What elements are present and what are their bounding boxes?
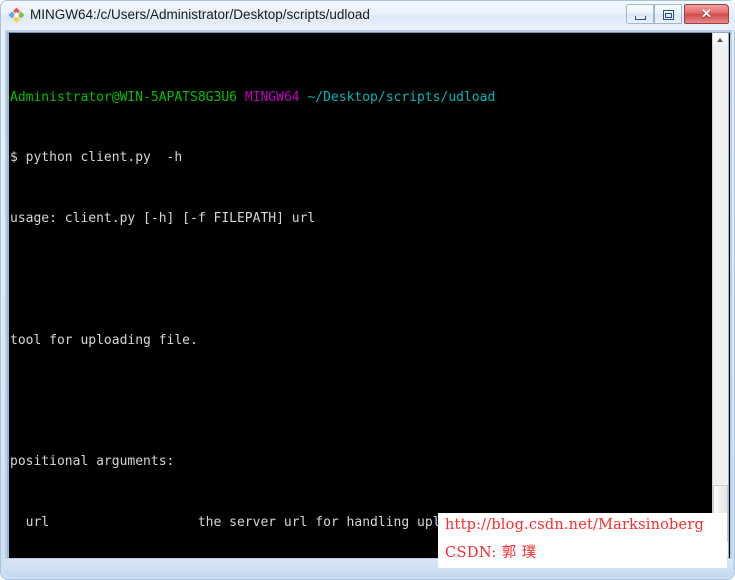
terminal-line-description: tool for uploading file. <box>10 332 198 348</box>
terminal-screen[interactable]: Administrator@WIN-5APATS8G3U6 MINGW64 ~/… <box>9 34 712 556</box>
terminal-line-command: $ python client.py -h <box>10 150 511 165</box>
maximize-button[interactable] <box>654 4 682 24</box>
watermark-overlay: http://blog.csdn.net/Marksinoberg CSDN: … <box>438 513 727 568</box>
window-title: MINGW64:/c/Users/Administrator/Desktop/s… <box>30 7 370 22</box>
vertical-scrollbar[interactable] <box>712 32 729 558</box>
scroll-up-arrow-icon <box>717 38 723 42</box>
command-text: python client.py -h <box>25 150 183 166</box>
close-icon: ✕ <box>701 6 712 21</box>
watermark-url: http://blog.csdn.net/Marksinoberg <box>445 517 704 533</box>
terminal-line-positional-url: url the server url for handling upload w… <box>10 515 511 531</box>
prompt-symbol: $ <box>10 150 18 166</box>
window-titlebar[interactable]: MINGW64:/c/Users/Administrator/Desktop/s… <box>1 1 735 30</box>
close-button[interactable]: ✕ <box>684 4 729 24</box>
maximize-icon-inner <box>665 13 672 18</box>
terminal-window: MINGW64:/c/Users/Administrator/Desktop/s… <box>0 0 735 580</box>
minimize-button[interactable] <box>626 4 654 24</box>
prompt-path: ~/Desktop/scripts/udload <box>307 89 496 105</box>
terminal-line-prompt-1: Administrator@WIN-5APATS8G3U6 MINGW64 ~/… <box>10 90 511 105</box>
minimize-icon <box>635 16 646 20</box>
terminal-output: Administrator@WIN-5APATS8G3U6 MINGW64 ~/… <box>10 44 511 556</box>
terminal-line-usage: usage: client.py [-h] [-f FILEPATH] url <box>10 211 316 227</box>
prompt-shell: MINGW64 <box>244 89 300 105</box>
mingw-diamond-icon <box>8 7 25 23</box>
scroll-up-button[interactable] <box>713 33 728 49</box>
watermark-author: CSDN: 郭 璞 <box>445 545 537 561</box>
prompt-user-host: Administrator@WIN-5APATS8G3U6 <box>10 89 237 105</box>
terminal-line-positional-header: positional arguments: <box>10 454 175 470</box>
